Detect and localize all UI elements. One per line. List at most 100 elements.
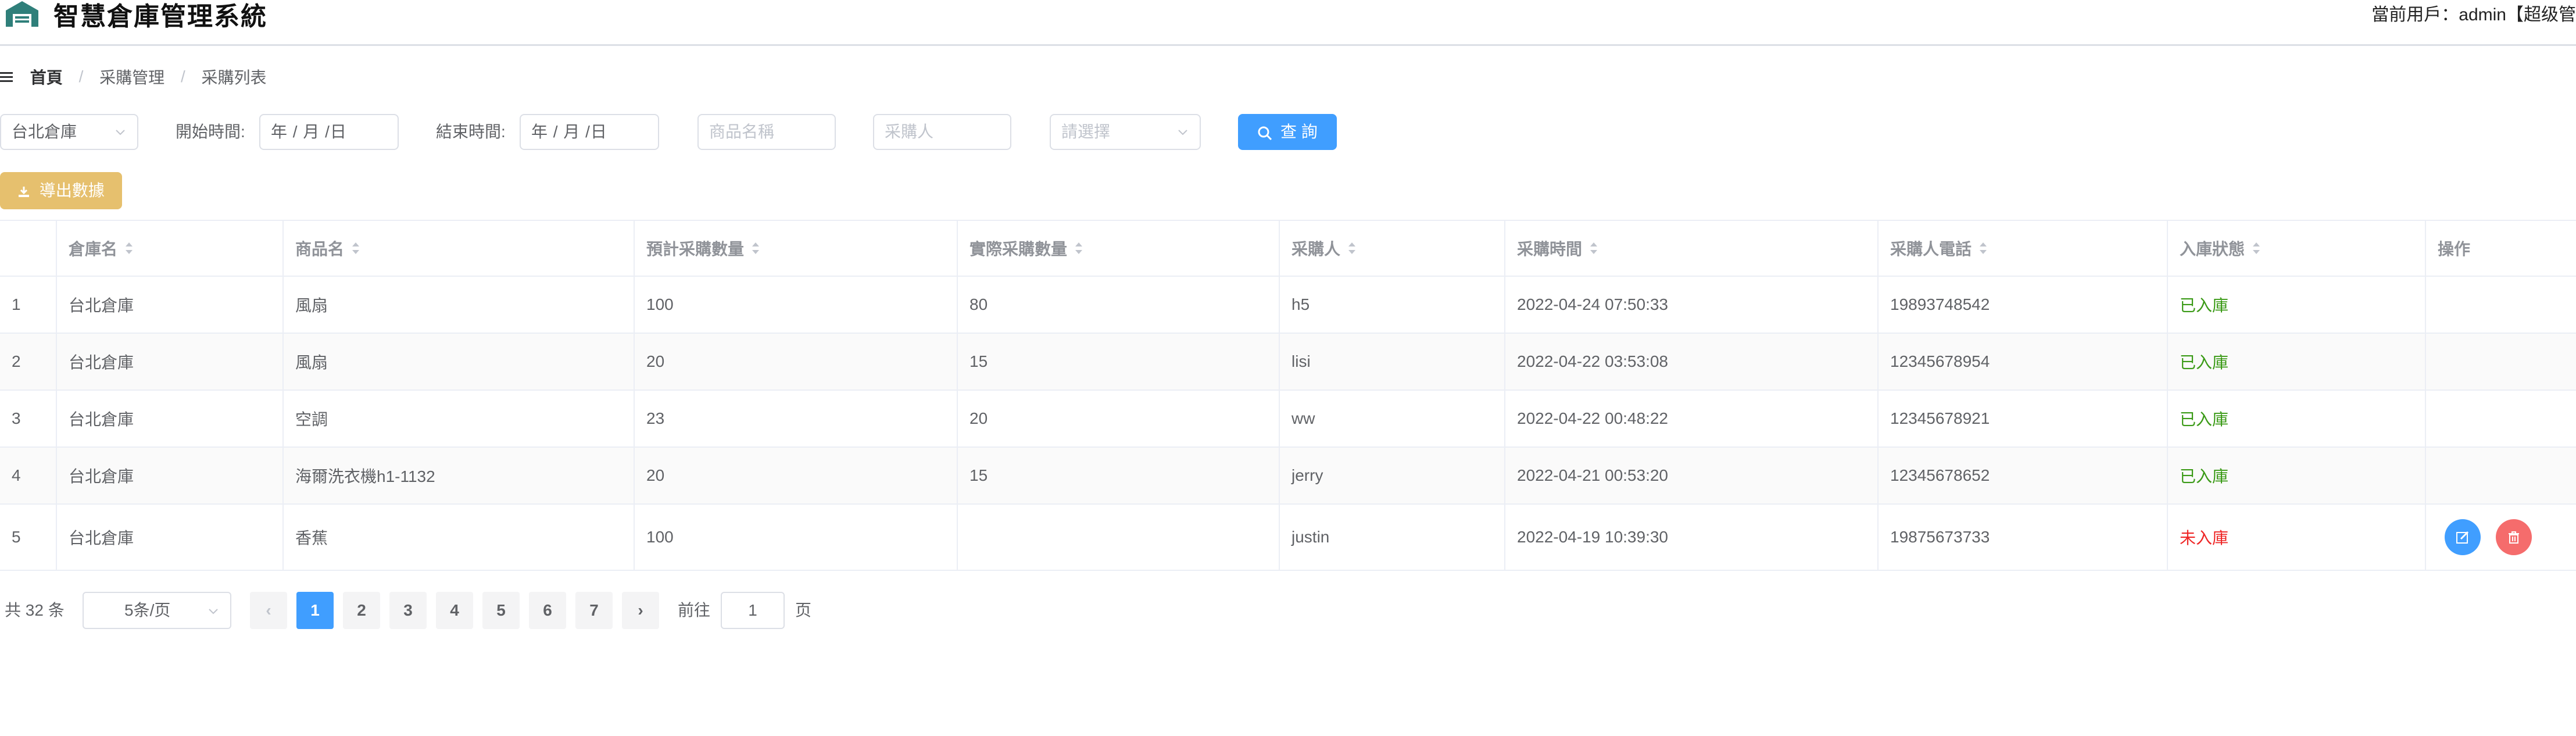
start-date-input[interactable]: 年 / 月 /日 — [259, 114, 399, 150]
cell-buyer-phone: 12345678921 — [1879, 391, 2168, 446]
header-buyer-phone-label: 采購人電話 — [1890, 240, 1972, 258]
table-row: 4 台北倉庫 海爾洗衣機h1-1132 20 15 jerry 2022-04-… — [0, 448, 2576, 505]
sort-icon[interactable] — [1074, 241, 1083, 255]
header-actual-qty[interactable]: 實際采購數量 — [958, 221, 1280, 276]
cell-index: 4 — [0, 448, 57, 503]
cell-product: 海爾洗衣機h1-1132 — [284, 448, 635, 503]
cell-planned-qty: 23 — [635, 391, 958, 446]
current-user-info[interactable]: 當前用戶：admin【超级管 — [2371, 0, 2576, 26]
sort-icon[interactable] — [1347, 241, 1357, 255]
prev-page-button[interactable]: ‹ — [250, 592, 287, 629]
end-date-input[interactable]: 年 / 月 /日 — [520, 114, 659, 150]
header-actions: 操作 — [2426, 221, 2576, 276]
cell-stock-status: 已入庫 — [2168, 448, 2426, 503]
cell-actions — [2426, 334, 2576, 390]
chevron-down-icon — [116, 130, 125, 135]
cell-purchase-time: 2022-04-24 07:50:33 — [1505, 277, 1879, 333]
cell-actual-qty: 15 — [958, 448, 1280, 503]
page-number[interactable]: 2 — [343, 592, 380, 629]
cell-stock-status: 已入庫 — [2168, 277, 2426, 333]
header-purchase-time[interactable]: 采購時間 — [1505, 221, 1879, 276]
header-warehouse[interactable]: 倉庫名 — [57, 221, 284, 276]
cell-buyer-phone: 12345678652 — [1879, 448, 2168, 503]
app-title: 智慧倉庫管理系統 — [53, 2, 267, 31]
cell-actions — [2426, 448, 2576, 503]
breadcrumb-home[interactable]: 首頁 — [30, 65, 63, 88]
header-planned-qty[interactable]: 預計采購數量 — [635, 221, 958, 276]
cell-planned-qty: 20 — [635, 448, 958, 503]
start-date-value: 年 / 月 /日 — [271, 123, 347, 141]
header-stock-status[interactable]: 入庫狀態 — [2168, 221, 2426, 276]
search-icon — [1258, 126, 1272, 140]
download-icon — [19, 186, 30, 197]
cell-actions — [2426, 505, 2576, 570]
search-button-label: 查 詢 — [1280, 123, 1318, 141]
cell-stock-status: 未入庫 — [2168, 505, 2426, 570]
cell-buyer: jerry — [1280, 448, 1505, 503]
cell-buyer-phone: 19875673733 — [1879, 505, 2168, 570]
end-date-value: 年 / 月 /日 — [531, 123, 607, 141]
warehouse-logo-icon — [6, 1, 38, 27]
header-stock-status-label: 入庫狀態 — [2180, 240, 2245, 258]
header-product[interactable]: 商品名 — [284, 221, 635, 276]
page-number[interactable]: 4 — [436, 592, 473, 629]
page-number[interactable]: 3 — [389, 592, 427, 629]
export-data-label: 導出數據 — [39, 181, 105, 199]
edit-button[interactable] — [2445, 519, 2481, 555]
sort-icon[interactable] — [1978, 241, 1988, 255]
header-buyer-phone[interactable]: 采購人電話 — [1879, 221, 2168, 276]
breadcrumb-separator: / — [78, 67, 84, 85]
pagination-total: 共 32 条 — [5, 601, 65, 619]
table-row: 1 台北倉庫 風扇 100 80 h5 2022-04-24 07:50:33 … — [0, 277, 2576, 334]
cell-product: 風扇 — [284, 334, 635, 390]
search-button[interactable]: 查 詢 — [1238, 114, 1337, 150]
cell-warehouse: 台北倉庫 — [57, 391, 284, 446]
end-time-label: 結束時間: — [436, 123, 506, 141]
cell-actual-qty: 80 — [958, 277, 1280, 333]
page-number[interactable]: 7 — [575, 592, 613, 629]
edit-icon — [2456, 531, 2469, 544]
breadcrumb-separator: / — [180, 67, 185, 85]
table-row: 5 台北倉庫 香蕉 100 justin 2022-04-19 10:39:30… — [0, 505, 2576, 571]
header-warehouse-label: 倉庫名 — [69, 240, 118, 258]
buyer-input[interactable]: 采購人 — [873, 114, 1011, 150]
sort-icon[interactable] — [124, 241, 134, 255]
status-select-placeholder: 請選擇 — [1061, 123, 1111, 141]
page-number[interactable]: 5 — [482, 592, 520, 629]
sort-icon[interactable] — [2252, 241, 2261, 255]
header-product-label: 商品名 — [295, 240, 345, 258]
cell-buyer: h5 — [1280, 277, 1505, 333]
page-number[interactable]: 1 — [296, 592, 334, 629]
menu-toggle-icon[interactable] — [0, 72, 13, 82]
cell-index: 3 — [0, 391, 57, 446]
page-size-select[interactable]: 5条/页 — [83, 592, 231, 629]
delete-button[interactable] — [2496, 519, 2532, 555]
cell-planned-qty: 100 — [635, 277, 958, 333]
cell-purchase-time: 2022-04-19 10:39:30 — [1505, 505, 1879, 570]
cell-purchase-time: 2022-04-21 00:53:20 — [1505, 448, 1879, 503]
sort-icon[interactable] — [1589, 241, 1598, 255]
trash-icon — [2509, 531, 2519, 544]
cell-index: 5 — [0, 505, 57, 570]
header-actual-qty-label: 實際采購數量 — [969, 240, 1068, 258]
goto-page-input[interactable]: 1 — [721, 592, 785, 629]
warehouse-select[interactable]: 台北倉庫 — [0, 114, 138, 150]
cell-buyer-phone: 12345678954 — [1879, 334, 2168, 390]
cell-actual-qty: 15 — [958, 334, 1280, 390]
header-buyer[interactable]: 采購人 — [1280, 221, 1505, 276]
next-page-button[interactable]: › — [622, 592, 659, 629]
buyer-placeholder: 采購人 — [885, 123, 934, 141]
status-select[interactable]: 請選擇 — [1050, 114, 1201, 150]
cell-planned-qty: 20 — [635, 334, 958, 390]
cell-stock-status: 已入庫 — [2168, 391, 2426, 446]
sort-icon[interactable] — [751, 241, 760, 255]
header-purchase-time-label: 采購時間 — [1517, 240, 1583, 258]
warehouse-select-value: 台北倉庫 — [12, 123, 77, 141]
page-number[interactable]: 6 — [529, 592, 566, 629]
header-buyer-label: 采購人 — [1291, 240, 1341, 258]
sort-icon[interactable] — [351, 241, 360, 255]
export-data-button[interactable]: 導出數據 — [0, 172, 122, 209]
cell-buyer: justin — [1280, 505, 1505, 570]
product-name-input[interactable]: 商品名稱 — [697, 114, 836, 150]
goto-suffix: 页 — [795, 601, 812, 619]
